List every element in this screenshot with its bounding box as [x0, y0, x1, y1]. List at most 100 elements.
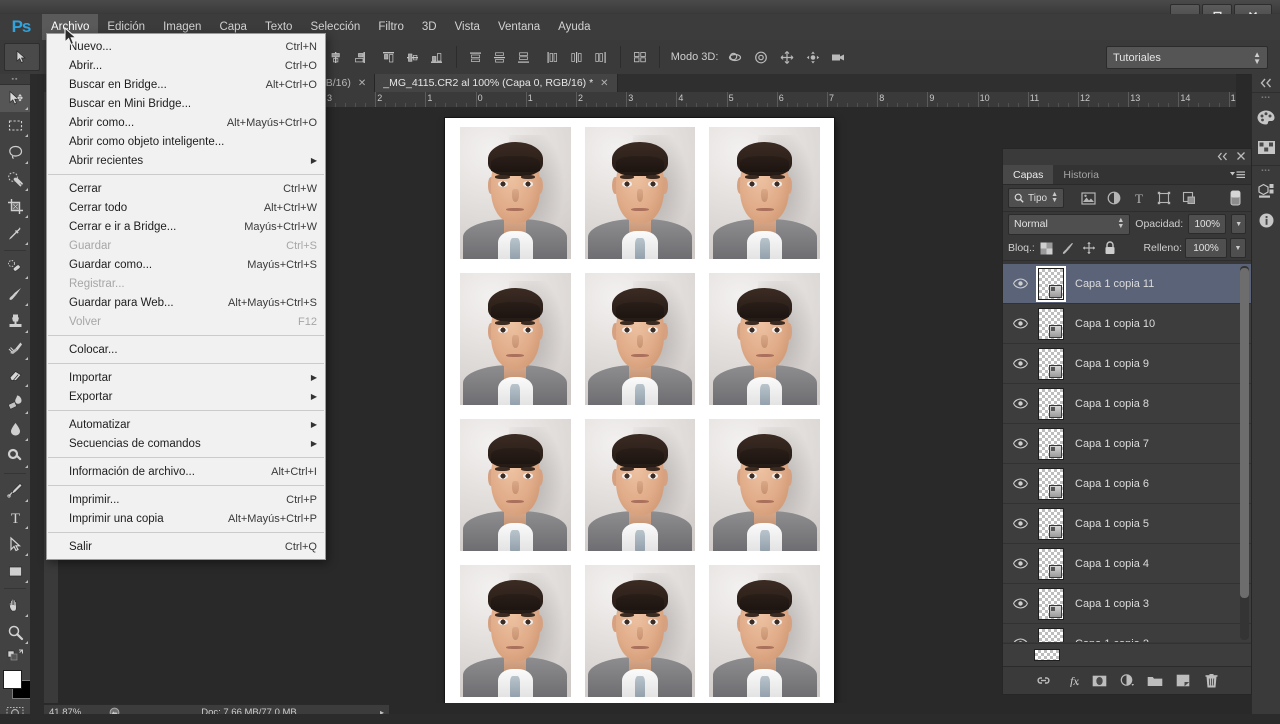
spot-healing-brush-tool[interactable] — [0, 254, 30, 281]
distribute-bottom-edges-icon[interactable] — [513, 46, 535, 68]
foreground-color-swatch[interactable] — [3, 670, 22, 689]
filter-adjustment-layers-icon[interactable] — [1103, 188, 1124, 208]
layer-row[interactable]: Capa 1 copia 8 — [1003, 384, 1251, 424]
menu-item-abrir-como-objeto-inteligente[interactable]: Abrir como objeto inteligente... — [47, 132, 325, 151]
layer-row[interactable]: Capa 1 copia 2 — [1003, 624, 1251, 642]
layer-thumbnail[interactable] — [1038, 467, 1064, 500]
clone-stamp-tool[interactable] — [0, 308, 30, 335]
portrait-photo[interactable] — [460, 273, 571, 405]
menu-3d[interactable]: 3D — [413, 14, 446, 40]
layer-thumbnail[interactable] — [1038, 347, 1064, 380]
document-canvas[interactable] — [445, 118, 834, 703]
dodge-tool[interactable] — [0, 443, 30, 470]
collapse-panels-icon[interactable] — [1252, 74, 1280, 92]
lock-transparent-pixels-icon[interactable] — [1038, 239, 1056, 257]
filter-smart-object-icon[interactable] — [1178, 188, 1199, 208]
layer-row[interactable]: Capa 1 copia 4 — [1003, 544, 1251, 584]
swatches-panel-icon[interactable] — [1252, 132, 1280, 162]
layer-visibility-eye-icon[interactable] — [1007, 624, 1033, 642]
portrait-photo[interactable] — [709, 273, 820, 405]
layer-visibility-eye-icon[interactable] — [1007, 384, 1033, 423]
tab-capas[interactable]: Capas — [1003, 165, 1054, 184]
lock-image-pixels-icon[interactable] — [1059, 239, 1077, 257]
type-tool[interactable]: T — [0, 504, 30, 531]
move-tool[interactable] — [0, 85, 30, 112]
menu-ayuda[interactable]: Ayuda — [549, 14, 599, 40]
layer-name[interactable]: Capa 1 copia 11 — [1069, 278, 1154, 290]
layer-thumbnail[interactable] — [1038, 387, 1064, 420]
3d-roll-icon[interactable] — [749, 46, 773, 68]
layer-name[interactable]: Capa 1 copia 5 — [1069, 518, 1149, 530]
filter-type-select[interactable]: Tipo ▲ ▼ — [1008, 188, 1065, 208]
new-group-icon[interactable] — [1147, 672, 1164, 690]
menu-item-nuevo[interactable]: Nuevo... Ctrl+N — [47, 37, 325, 56]
tab-historia[interactable]: Historia — [1053, 165, 1109, 184]
menu-item-buscar-en-bridge[interactable]: Buscar en Bridge... Alt+Ctrl+O — [47, 75, 325, 94]
menu-ventana[interactable]: Ventana — [489, 14, 549, 40]
layers-list[interactable]: Capa 1 copia 11 Capa 1 copia 10 Capa 1 cop… — [1003, 264, 1251, 642]
rectangular-marquee-tool[interactable] — [0, 112, 30, 139]
layer-thumbnail[interactable] — [1038, 547, 1064, 580]
collapse-to-icons-icon[interactable] — [1216, 152, 1229, 163]
adjustments-panel-icon[interactable] — [1252, 175, 1280, 205]
color-panel-icon[interactable] — [1252, 102, 1280, 132]
menu-item-guardar-como[interactable]: Guardar como... Mayús+Ctrl+S — [47, 255, 325, 274]
layer-row[interactable]: Capa 1 copia 6 — [1003, 464, 1251, 504]
dock-group-grip[interactable]: ▪▪▪ — [1252, 93, 1280, 102]
align-top-edges-icon[interactable] — [378, 46, 400, 68]
layer-thumbnail[interactable] — [1038, 427, 1064, 460]
layer-thumbnail[interactable] — [1038, 307, 1064, 340]
gradient-tool[interactable] — [0, 389, 30, 416]
layer-row[interactable]: Capa 1 copia 10 — [1003, 304, 1251, 344]
lasso-tool[interactable] — [0, 139, 30, 166]
workspace-selector[interactable]: Tutoriales ▲ ▼ — [1106, 46, 1268, 69]
menu-item-abrir[interactable]: Abrir... Ctrl+O — [47, 56, 325, 75]
default-colors-icon[interactable] — [0, 646, 30, 664]
filter-shape-layers-icon[interactable] — [1153, 188, 1174, 208]
distribute-vertical-centers-icon[interactable] — [489, 46, 511, 68]
portrait-photo[interactable] — [584, 127, 696, 259]
layer-visibility-eye-icon[interactable] — [1007, 424, 1033, 463]
close-tab-icon[interactable]: ✕ — [600, 78, 608, 89]
portrait-photo[interactable] — [584, 273, 696, 405]
blur-tool[interactable] — [0, 416, 30, 443]
tools-panel-grip[interactable]: ▪▪ — [0, 74, 30, 85]
align-vertical-centers-icon[interactable] — [402, 46, 424, 68]
new-adjustment-layer-icon[interactable] — [1119, 672, 1136, 690]
new-layer-icon[interactable] — [1175, 672, 1192, 690]
eraser-tool[interactable] — [0, 362, 30, 389]
3d-camera-icon[interactable] — [827, 46, 851, 68]
filter-type-layers-icon[interactable]: T — [1128, 188, 1149, 208]
layer-visibility-eye-icon[interactable] — [1007, 304, 1033, 343]
layer-name[interactable]: Capa 1 copia 10 — [1069, 318, 1155, 330]
distribute-right-edges-icon[interactable] — [590, 46, 612, 68]
close-tab-icon[interactable]: ✕ — [358, 78, 366, 89]
panel-menu-icon[interactable] — [1230, 165, 1251, 184]
3d-pan-icon[interactable] — [775, 46, 799, 68]
layer-name[interactable]: Capa 1 copia 2 — [1069, 638, 1149, 643]
layer-thumbnail[interactable] — [1038, 627, 1064, 642]
opacity-slider-toggle[interactable]: ▼ — [1231, 214, 1246, 234]
portrait-photo[interactable] — [460, 565, 571, 697]
portrait-photo[interactable] — [709, 419, 820, 551]
menu-item-abrir-recientes[interactable]: Abrir recientes ▶ — [47, 151, 325, 170]
layers-scrollbar-thumb[interactable] — [1240, 268, 1249, 598]
menu-item-guardar-para-web[interactable]: Guardar para Web... Alt+Mayús+Ctrl+S — [47, 293, 325, 312]
menu-item-buscar-en-mini-bridge[interactable]: Buscar en Mini Bridge... — [47, 94, 325, 113]
rectangle-shape-tool[interactable] — [0, 558, 30, 585]
portrait-photo[interactable] — [584, 419, 696, 551]
fill-slider-toggle[interactable]: ▼ — [1230, 238, 1246, 258]
portrait-photo[interactable] — [709, 127, 820, 259]
layer-row[interactable]: Capa 1 copia 9 — [1003, 344, 1251, 384]
layer-thumbnail[interactable] — [1034, 649, 1060, 661]
menu-item-importar[interactable]: Importar ▶ — [47, 368, 325, 387]
layer-name[interactable]: Capa 1 copia 6 — [1069, 478, 1149, 490]
menu-item-salir[interactable]: Salir Ctrl+Q — [47, 537, 325, 556]
fill-value[interactable]: 100% — [1185, 238, 1227, 258]
brush-tool[interactable] — [0, 281, 30, 308]
delete-layer-icon[interactable] — [1203, 672, 1220, 690]
layer-thumbnail[interactable] — [1038, 587, 1064, 620]
opacity-value[interactable]: 100% — [1188, 214, 1227, 234]
quick-selection-tool[interactable] — [0, 166, 30, 193]
menu-vista[interactable]: Vista — [446, 14, 489, 40]
